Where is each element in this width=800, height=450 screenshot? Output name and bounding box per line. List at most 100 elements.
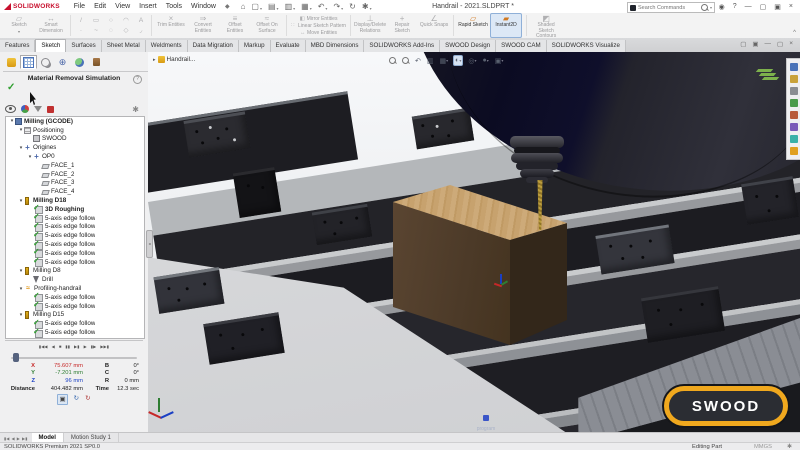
caret-icon[interactable]: ▾ xyxy=(341,6,343,11)
rapid-sketch-button[interactable]: ▱Rapid Sketch xyxy=(458,14,488,37)
tree-item[interactable]: ✓3D Roughing xyxy=(6,205,144,214)
cascade-icon[interactable]: ▣ xyxy=(774,3,781,11)
stop-button[interactable]: ■ xyxy=(59,343,62,350)
redo-icon[interactable]: ↷▾ xyxy=(333,2,343,11)
shaded-sketch-contours-button[interactable]: ◩Shaded Sketch Contours xyxy=(531,14,561,37)
instant2d-button[interactable]: ▰Instant2D xyxy=(490,13,522,38)
search-box[interactable]: ▾ xyxy=(627,2,715,13)
last-sheet-icon[interactable]: ▶▮ xyxy=(22,436,28,441)
caret-icon[interactable]: ▾ xyxy=(325,6,327,11)
user-account-icon[interactable]: ◉ xyxy=(719,3,725,11)
spline-icon[interactable]: ~ xyxy=(91,26,101,36)
tree-item[interactable]: ✓5-axis edge follow xyxy=(6,249,144,258)
linear-sketch-pattern-button[interactable]: ∷Linear Sketch Pattern xyxy=(291,22,346,29)
tree-item[interactable]: ▾Milling D8 xyxy=(6,267,144,276)
tree-item[interactable]: ✓5-axis edge follow xyxy=(6,302,144,311)
home-icon[interactable]: ⌂ xyxy=(241,2,246,11)
caret-icon[interactable]: ▾ xyxy=(277,6,279,11)
tree-item[interactable]: ✓5-axis edge follow xyxy=(6,258,144,267)
display-manager-tab[interactable] xyxy=(37,55,54,69)
design-library-icon[interactable] xyxy=(790,75,798,83)
simulation-manager-tab[interactable] xyxy=(20,55,37,69)
tree-item[interactable]: ▾Positioning xyxy=(6,126,144,135)
tree-item[interactable]: Drill xyxy=(6,275,144,284)
tree-item[interactable]: ✓5-axis edge follow xyxy=(6,328,144,337)
search-caret-icon[interactable]: ▾ xyxy=(710,5,712,10)
tab-swood-cam[interactable]: SWOOD CAM xyxy=(496,40,547,52)
tree-item[interactable]: ▾Milling (GCODE) xyxy=(6,117,144,126)
point-icon[interactable]: · xyxy=(76,26,86,36)
tree-item[interactable]: ✓5-axis edge follow xyxy=(6,214,144,223)
file-explorer-icon[interactable] xyxy=(790,87,798,95)
mirror-entities-button[interactable]: ◧Mirror Entities xyxy=(300,15,338,22)
tab-mbd-dimensions[interactable]: MBD Dimensions xyxy=(306,40,365,52)
undo-icon[interactable]: ↶▾ xyxy=(318,2,328,11)
collision-icon[interactable] xyxy=(47,106,54,113)
tab-sheet-metal[interactable]: Sheet Metal xyxy=(102,40,146,52)
rebuild-icon[interactable]: ↻ xyxy=(349,2,356,11)
taskpane-home-icon[interactable] xyxy=(790,63,798,71)
status-gear-icon[interactable]: ✱ xyxy=(787,443,792,450)
go-to-end-button[interactable]: ▮▶ xyxy=(91,343,97,350)
custom-properties-icon[interactable] xyxy=(790,123,798,131)
options-icon[interactable]: ✱▾ xyxy=(362,2,372,11)
print-icon[interactable]: ▦▾ xyxy=(301,2,312,11)
open-icon[interactable]: ▤▾ xyxy=(268,2,279,11)
prev-sheet-icon[interactable]: ◀ xyxy=(12,436,15,441)
previous-view-icon[interactable]: ↶ xyxy=(414,56,422,66)
close-window-icon[interactable]: × xyxy=(789,40,793,48)
panel-splitter-handle[interactable]: ◂ xyxy=(146,230,153,258)
filter-icon[interactable] xyxy=(34,106,42,112)
pin-menu-icon[interactable]: ◆ xyxy=(225,3,230,10)
tool-manager-tab[interactable] xyxy=(88,55,105,69)
step-back-button[interactable]: ◀ xyxy=(52,343,55,350)
go-to-start-button[interactable]: ▮◀◀ xyxy=(39,343,48,350)
search-input[interactable] xyxy=(638,5,701,11)
tree-expand-icon[interactable]: ▾ xyxy=(18,198,24,204)
tab-data-migration[interactable]: Data Migration xyxy=(188,40,239,52)
swood-manager-tab[interactable] xyxy=(3,55,20,69)
offset-on-surface-button[interactable]: ≈Offset On Surface xyxy=(252,14,282,37)
tree-item[interactable]: ✓5-axis edge follow xyxy=(6,319,144,328)
tree-item[interactable]: ✓5-axis edge follow xyxy=(6,293,144,302)
tab-solidworks-add-ins[interactable]: SOLIDWORKS Add-Ins xyxy=(364,40,440,52)
accept-button[interactable]: ✓ xyxy=(7,82,15,93)
show-tool-toggle[interactable]: ▣ xyxy=(57,394,67,405)
view-palette-icon[interactable] xyxy=(790,99,798,107)
tree-item[interactable]: FACE_1 xyxy=(6,161,144,170)
forum-icon[interactable] xyxy=(790,135,798,143)
trim-entities-button[interactable]: ×Trim Entities xyxy=(156,14,186,37)
tree-expand-icon[interactable]: ▾ xyxy=(18,312,24,318)
quick-snaps-button[interactable]: ∠Quick Snaps xyxy=(419,14,449,37)
reset-simulation-button[interactable]: ↻ xyxy=(85,394,90,405)
material-color-icon[interactable] xyxy=(21,105,29,113)
help-icon[interactable]: ? xyxy=(133,75,142,84)
view-orientation-icon[interactable]: ▦▾ xyxy=(439,56,450,66)
new-document-icon[interactable]: ▢▾ xyxy=(251,2,262,11)
visibility-icon[interactable] xyxy=(5,105,16,113)
menu-insert[interactable]: Insert xyxy=(139,3,157,10)
tree-item[interactable]: ▾≈Profiling-handrail xyxy=(6,284,144,293)
line-icon[interactable]: / xyxy=(76,16,86,26)
display-delete-relations-button[interactable]: ⊥Display/Delete Relations xyxy=(355,14,385,37)
world-manager-tab[interactable] xyxy=(71,55,88,69)
move-entities-button[interactable]: ↔Move Entities xyxy=(300,29,337,36)
viewport-3d-scene[interactable]: program SWOOD ▸ Handrail... ↶▥▦▾◐▾◎▾●▾▣▾ xyxy=(148,52,800,432)
tree-expand-icon[interactable]: ▾ xyxy=(18,268,24,274)
ellipse-icon[interactable]: ◌ xyxy=(106,26,116,36)
menu-file[interactable]: File xyxy=(74,3,85,10)
menu-edit[interactable]: Edit xyxy=(94,3,106,10)
caret-icon[interactable]: ▾ xyxy=(370,6,372,11)
origin-manager-tab[interactable]: ⊕ xyxy=(54,55,71,69)
section-view-icon[interactable]: ▥ xyxy=(426,56,435,66)
refresh-stock-button[interactable]: ↻ xyxy=(74,394,79,405)
tree-item[interactable]: FACE_3 xyxy=(6,179,144,188)
sketch-button[interactable]: ▱Sketch▾ xyxy=(4,14,34,37)
text-icon[interactable]: A xyxy=(136,16,146,26)
caret-icon[interactable]: ▾ xyxy=(260,6,262,11)
menu-window[interactable]: Window xyxy=(191,3,216,10)
play-button[interactable]: ▶ xyxy=(84,343,87,350)
view-settings-icon[interactable]: ▣▾ xyxy=(494,56,505,66)
tree-item[interactable]: ▾+OP0 xyxy=(6,152,144,161)
fillet-icon[interactable]: ◞ xyxy=(136,26,146,36)
